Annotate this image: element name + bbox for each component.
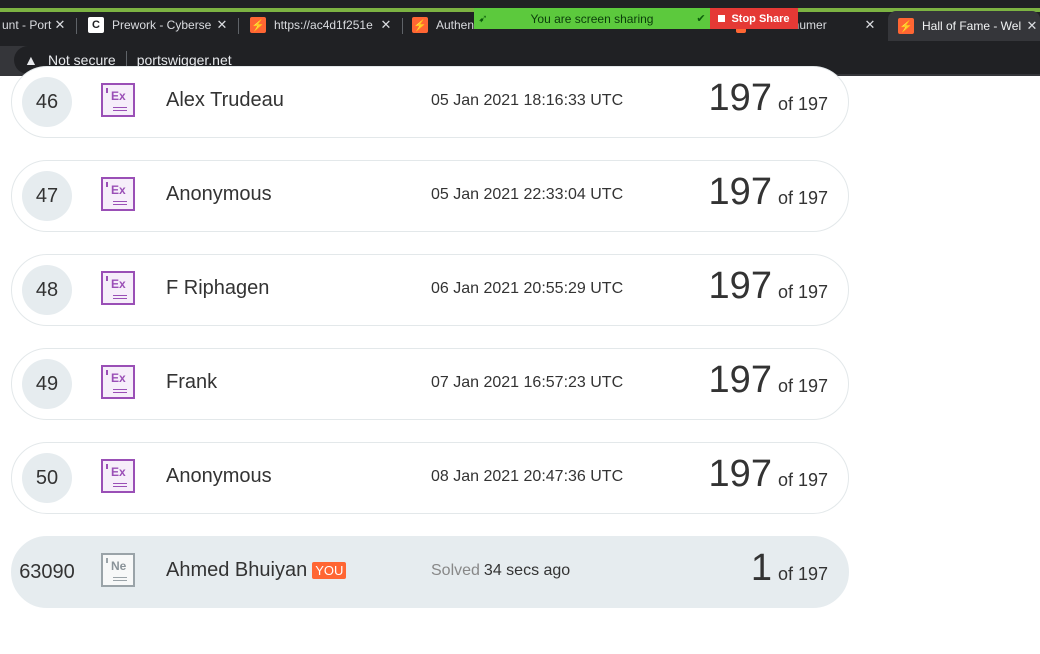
close-icon[interactable]: ✕ [862, 17, 878, 33]
badge-text: Ne [111, 559, 127, 573]
badge-text: Ex [111, 465, 126, 479]
badge-text: Ex [111, 371, 126, 385]
score: 197 of 197 [709, 77, 828, 127]
screen-sharing-label: You are screen sharing [530, 11, 654, 26]
leaderboard-row: 46 Ex Alex Trudeau 05 Jan 2021 18:16:33 … [11, 66, 849, 138]
close-icon[interactable]: ✕ [52, 17, 68, 33]
tab-title: unt - Port [2, 18, 52, 32]
tab-2[interactable]: C Prework - Cyberse ✕ [88, 12, 230, 38]
close-icon[interactable]: ✕ [378, 17, 394, 33]
share-arrow-icon: ➹ [478, 13, 488, 25]
score: 197 of 197 [709, 359, 828, 409]
stop-share-label: Stop Share [731, 12, 790, 25]
score: 197 of 197 [709, 265, 828, 315]
score-value: 197 [708, 359, 772, 401]
rank-circle: 46 [22, 77, 72, 127]
user-name: Anonymous [166, 465, 272, 487]
tab-separator [402, 18, 403, 34]
expert-badge-icon: Ex [101, 271, 135, 305]
tab-1[interactable]: unt - Port ✕ [0, 12, 68, 38]
tab-separator [76, 18, 77, 34]
leaderboard-row: 47 Ex Anonymous 05 Jan 2021 22:33:04 UTC… [11, 160, 849, 232]
expert-badge-icon: Ex [101, 83, 135, 117]
score-value: 197 [708, 171, 772, 213]
completion-time: 08 Jan 2021 20:47:36 UTC [431, 468, 624, 485]
rank-circle: 47 [22, 171, 72, 221]
score-total: of 197 [777, 470, 828, 490]
score-total: of 197 [777, 564, 828, 584]
solved-prefix: Solved [431, 562, 480, 579]
user-name: Alex Trudeau [166, 89, 284, 111]
stop-icon [718, 15, 726, 22]
score-total: of 197 [777, 188, 828, 208]
rank-number: 63090 [19, 560, 75, 583]
expert-badge-icon: Ex [101, 459, 135, 493]
completion-time: 07 Jan 2021 16:57:23 UTC [431, 374, 624, 391]
user-name: Ahmed Bhuiyan [166, 559, 308, 581]
leaderboard: 46 Ex Alex Trudeau 05 Jan 2021 18:16:33 … [0, 66, 1040, 654]
score-value: 197 [708, 265, 772, 307]
expert-badge-icon: Ex [101, 177, 135, 211]
leaderboard-row: 48 Ex F Riphagen 06 Jan 2021 20:55:29 UT… [11, 254, 849, 326]
score-total: of 197 [777, 94, 828, 114]
close-icon[interactable]: ✕ [1024, 18, 1040, 34]
portswigger-icon: ⚡ [898, 18, 914, 34]
solved-ago: 34 secs ago [483, 562, 571, 579]
user-name: Anonymous [166, 183, 272, 205]
completion-time: 05 Jan 2021 22:33:04 UTC [431, 186, 624, 203]
user-name: Frank [166, 371, 218, 393]
stop-share-button[interactable]: Stop Share [710, 8, 798, 29]
rank-circle: 50 [22, 453, 72, 503]
user-name-wrap: Ahmed Bhuiyan YOU [166, 559, 347, 582]
rank-circle: 49 [22, 359, 72, 409]
score: 197 of 197 [709, 171, 828, 221]
close-icon[interactable]: ✕ [214, 17, 230, 33]
tab-separator [238, 18, 239, 34]
expert-badge-icon: Ex [101, 365, 135, 399]
shield-check-icon: ✔ [696, 13, 706, 25]
portswigger-icon: ⚡ [250, 17, 266, 33]
c-site-icon: C [88, 17, 104, 33]
badge-text: Ex [111, 277, 126, 291]
tab-title: Prework - Cyberse [112, 18, 212, 32]
user-name: F Riphagen [166, 277, 270, 299]
score-total: of 197 [777, 282, 828, 302]
score: 1 of 197 [751, 547, 828, 597]
score-value: 197 [708, 77, 772, 119]
warning-icon[interactable]: ▲ [24, 52, 40, 68]
novice-badge-icon: Ne [101, 553, 135, 587]
portswigger-icon: ⚡ [412, 17, 428, 33]
completion-time: 06 Jan 2021 20:55:29 UTC [431, 280, 624, 297]
tab-4[interactable]: ⚡ Authen [412, 12, 474, 38]
screen-sharing-banner: ➹ You are screen sharing ✔ [474, 8, 710, 29]
tab-title: Hall of Fame - Wel [922, 19, 1022, 33]
rank-circle: 48 [22, 265, 72, 315]
tab-3[interactable]: ⚡ https://ac4d1f251e ✕ [250, 12, 394, 38]
completion-time: Solved 34 secs ago [431, 562, 570, 580]
leaderboard-row: 49 Ex Frank 07 Jan 2021 16:57:23 UTC 197… [11, 348, 849, 420]
tab-title: Authen [436, 18, 474, 32]
tab-6-active[interactable]: ⚡ Hall of Fame - Wel ✕ [888, 11, 1040, 41]
tab-title: https://ac4d1f251e [274, 18, 373, 32]
current-user-row: 63090 Ne Ahmed Bhuiyan YOU Solved 34 secs… [11, 536, 849, 608]
leaderboard-row: 50 Ex Anonymous 08 Jan 2021 20:47:36 UTC… [11, 442, 849, 514]
score-total: of 197 [777, 376, 828, 396]
you-badge: YOU [312, 562, 347, 579]
badge-text: Ex [111, 183, 126, 197]
score-value: 1 [750, 547, 772, 589]
badge-text: Ex [111, 89, 126, 103]
score-value: 197 [708, 453, 772, 495]
score: 197 of 197 [709, 453, 828, 503]
completion-time: 05 Jan 2021 18:16:33 UTC [431, 92, 624, 109]
